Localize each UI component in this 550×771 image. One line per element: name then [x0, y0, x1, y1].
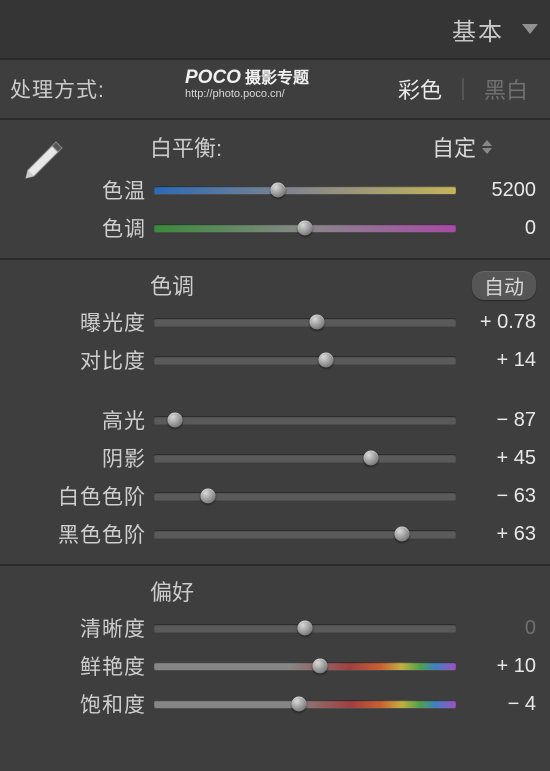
- presence-knob[interactable]: [291, 697, 306, 712]
- slider-tint: 色调 0: [10, 212, 536, 244]
- tone-knob[interactable]: [394, 527, 409, 542]
- wb-section: 白平衡: 自定 色温 5200 色调: [0, 120, 550, 260]
- wb-label: 白平衡:: [150, 131, 222, 163]
- eyedropper-icon[interactable]: [18, 138, 66, 186]
- presence-header: 偏好: [10, 576, 536, 606]
- watermark-brand: POCO: [185, 67, 241, 88]
- tone-label: 白色色阶: [10, 481, 154, 511]
- track-tint[interactable]: [154, 218, 456, 238]
- disclosure-triangle-icon[interactable]: [522, 24, 538, 34]
- tone-track[interactable]: [154, 312, 456, 332]
- tone-knob[interactable]: [364, 451, 379, 466]
- knob-temp[interactable]: [270, 183, 285, 198]
- tab-color[interactable]: 彩色: [390, 73, 450, 105]
- presence-section: 偏好 清晰度 0 鲜艳度 + 10 饱和度 − 4: [0, 566, 550, 734]
- tone-slider-row: 阴影 + 45: [10, 442, 536, 474]
- presence-track[interactable]: [154, 618, 456, 638]
- presence-value[interactable]: − 4: [456, 693, 536, 716]
- presence-track[interactable]: [154, 694, 456, 714]
- presence-title: 偏好: [150, 575, 194, 607]
- watermark: POCO摄影专题 http://photo.poco.cn/: [185, 68, 309, 100]
- wb-title-row: 白平衡: 自定: [10, 130, 536, 164]
- tone-knob[interactable]: [310, 315, 325, 330]
- presence-slider-row: 饱和度 − 4: [10, 688, 536, 720]
- treatment-label: 处理方式:: [10, 74, 105, 104]
- wb-select[interactable]: 自定: [432, 131, 536, 163]
- presence-slider-row: 清晰度 0: [10, 612, 536, 644]
- tone-slider-row: 对比度 + 14: [10, 344, 536, 376]
- tone-section: 色调 自动 曝光度 + 0.78 对比度 + 14 高光 − 87 阴影 + 45 白色色阶 − …: [0, 260, 550, 566]
- tone-value[interactable]: + 45: [456, 447, 536, 470]
- tone-slider-row: 曝光度 + 0.78: [10, 306, 536, 338]
- knob-tint[interactable]: [298, 221, 313, 236]
- value-temp[interactable]: 5200: [456, 179, 536, 202]
- tone-knob[interactable]: [168, 413, 183, 428]
- panel-header[interactable]: 基本: [0, 0, 550, 60]
- slider-temp: 色温 5200: [10, 174, 536, 206]
- tone-track[interactable]: [154, 410, 456, 430]
- tone-track[interactable]: [154, 350, 456, 370]
- presence-value[interactable]: 0: [456, 617, 536, 640]
- tab-separator: [462, 78, 464, 100]
- panel-title: 基本: [452, 12, 504, 47]
- presence-knob[interactable]: [313, 659, 328, 674]
- up-down-icon: [482, 140, 492, 154]
- tone-slider-row: 高光 − 87: [10, 404, 536, 436]
- tone-label: 高光: [10, 405, 154, 435]
- tone-header: 色调 自动: [10, 270, 536, 300]
- basic-panel: 基本 处理方式: POCO摄影专题 http://photo.poco.cn/ …: [0, 0, 550, 771]
- label-tint: 色调: [10, 213, 154, 243]
- tone-track[interactable]: [154, 448, 456, 468]
- tone-knob[interactable]: [319, 353, 334, 368]
- wb-selected-value: 自定: [432, 131, 476, 163]
- tone-slider-row: 白色色阶 − 63: [10, 480, 536, 512]
- value-tint[interactable]: 0: [456, 217, 536, 240]
- tone-value[interactable]: − 63: [456, 485, 536, 508]
- tone-label: 曝光度: [10, 307, 154, 337]
- tone-track[interactable]: [154, 524, 456, 544]
- watermark-sub: 摄影专题: [245, 70, 309, 87]
- presence-label: 鲜艳度: [10, 651, 154, 681]
- treatment-row: 处理方式: POCO摄影专题 http://photo.poco.cn/ 彩色 …: [0, 60, 550, 120]
- track-temp[interactable]: [154, 180, 456, 200]
- tone-value[interactable]: + 14: [456, 349, 536, 372]
- tone-slider-row: 黑色色阶 + 63: [10, 518, 536, 550]
- presence-label: 饱和度: [10, 689, 154, 719]
- auto-button[interactable]: 自动: [472, 271, 536, 300]
- tone-track[interactable]: [154, 486, 456, 506]
- watermark-url: http://photo.poco.cn/: [185, 89, 309, 100]
- tone-label: 阴影: [10, 443, 154, 473]
- presence-slider-row: 鲜艳度 + 10: [10, 650, 536, 682]
- presence-knob[interactable]: [298, 621, 313, 636]
- presence-track[interactable]: [154, 656, 456, 676]
- tone-title: 色调: [150, 269, 194, 301]
- tone-value[interactable]: − 87: [456, 409, 536, 432]
- presence-value[interactable]: + 10: [456, 655, 536, 678]
- tone-label: 黑色色阶: [10, 519, 154, 549]
- tone-value[interactable]: + 63: [456, 523, 536, 546]
- tone-label: 对比度: [10, 345, 154, 375]
- tone-value[interactable]: + 0.78: [456, 311, 536, 334]
- treatment-tabs: 彩色 黑白: [390, 73, 536, 105]
- tone-knob[interactable]: [201, 489, 216, 504]
- presence-label: 清晰度: [10, 613, 154, 643]
- tab-bw[interactable]: 黑白: [476, 73, 536, 105]
